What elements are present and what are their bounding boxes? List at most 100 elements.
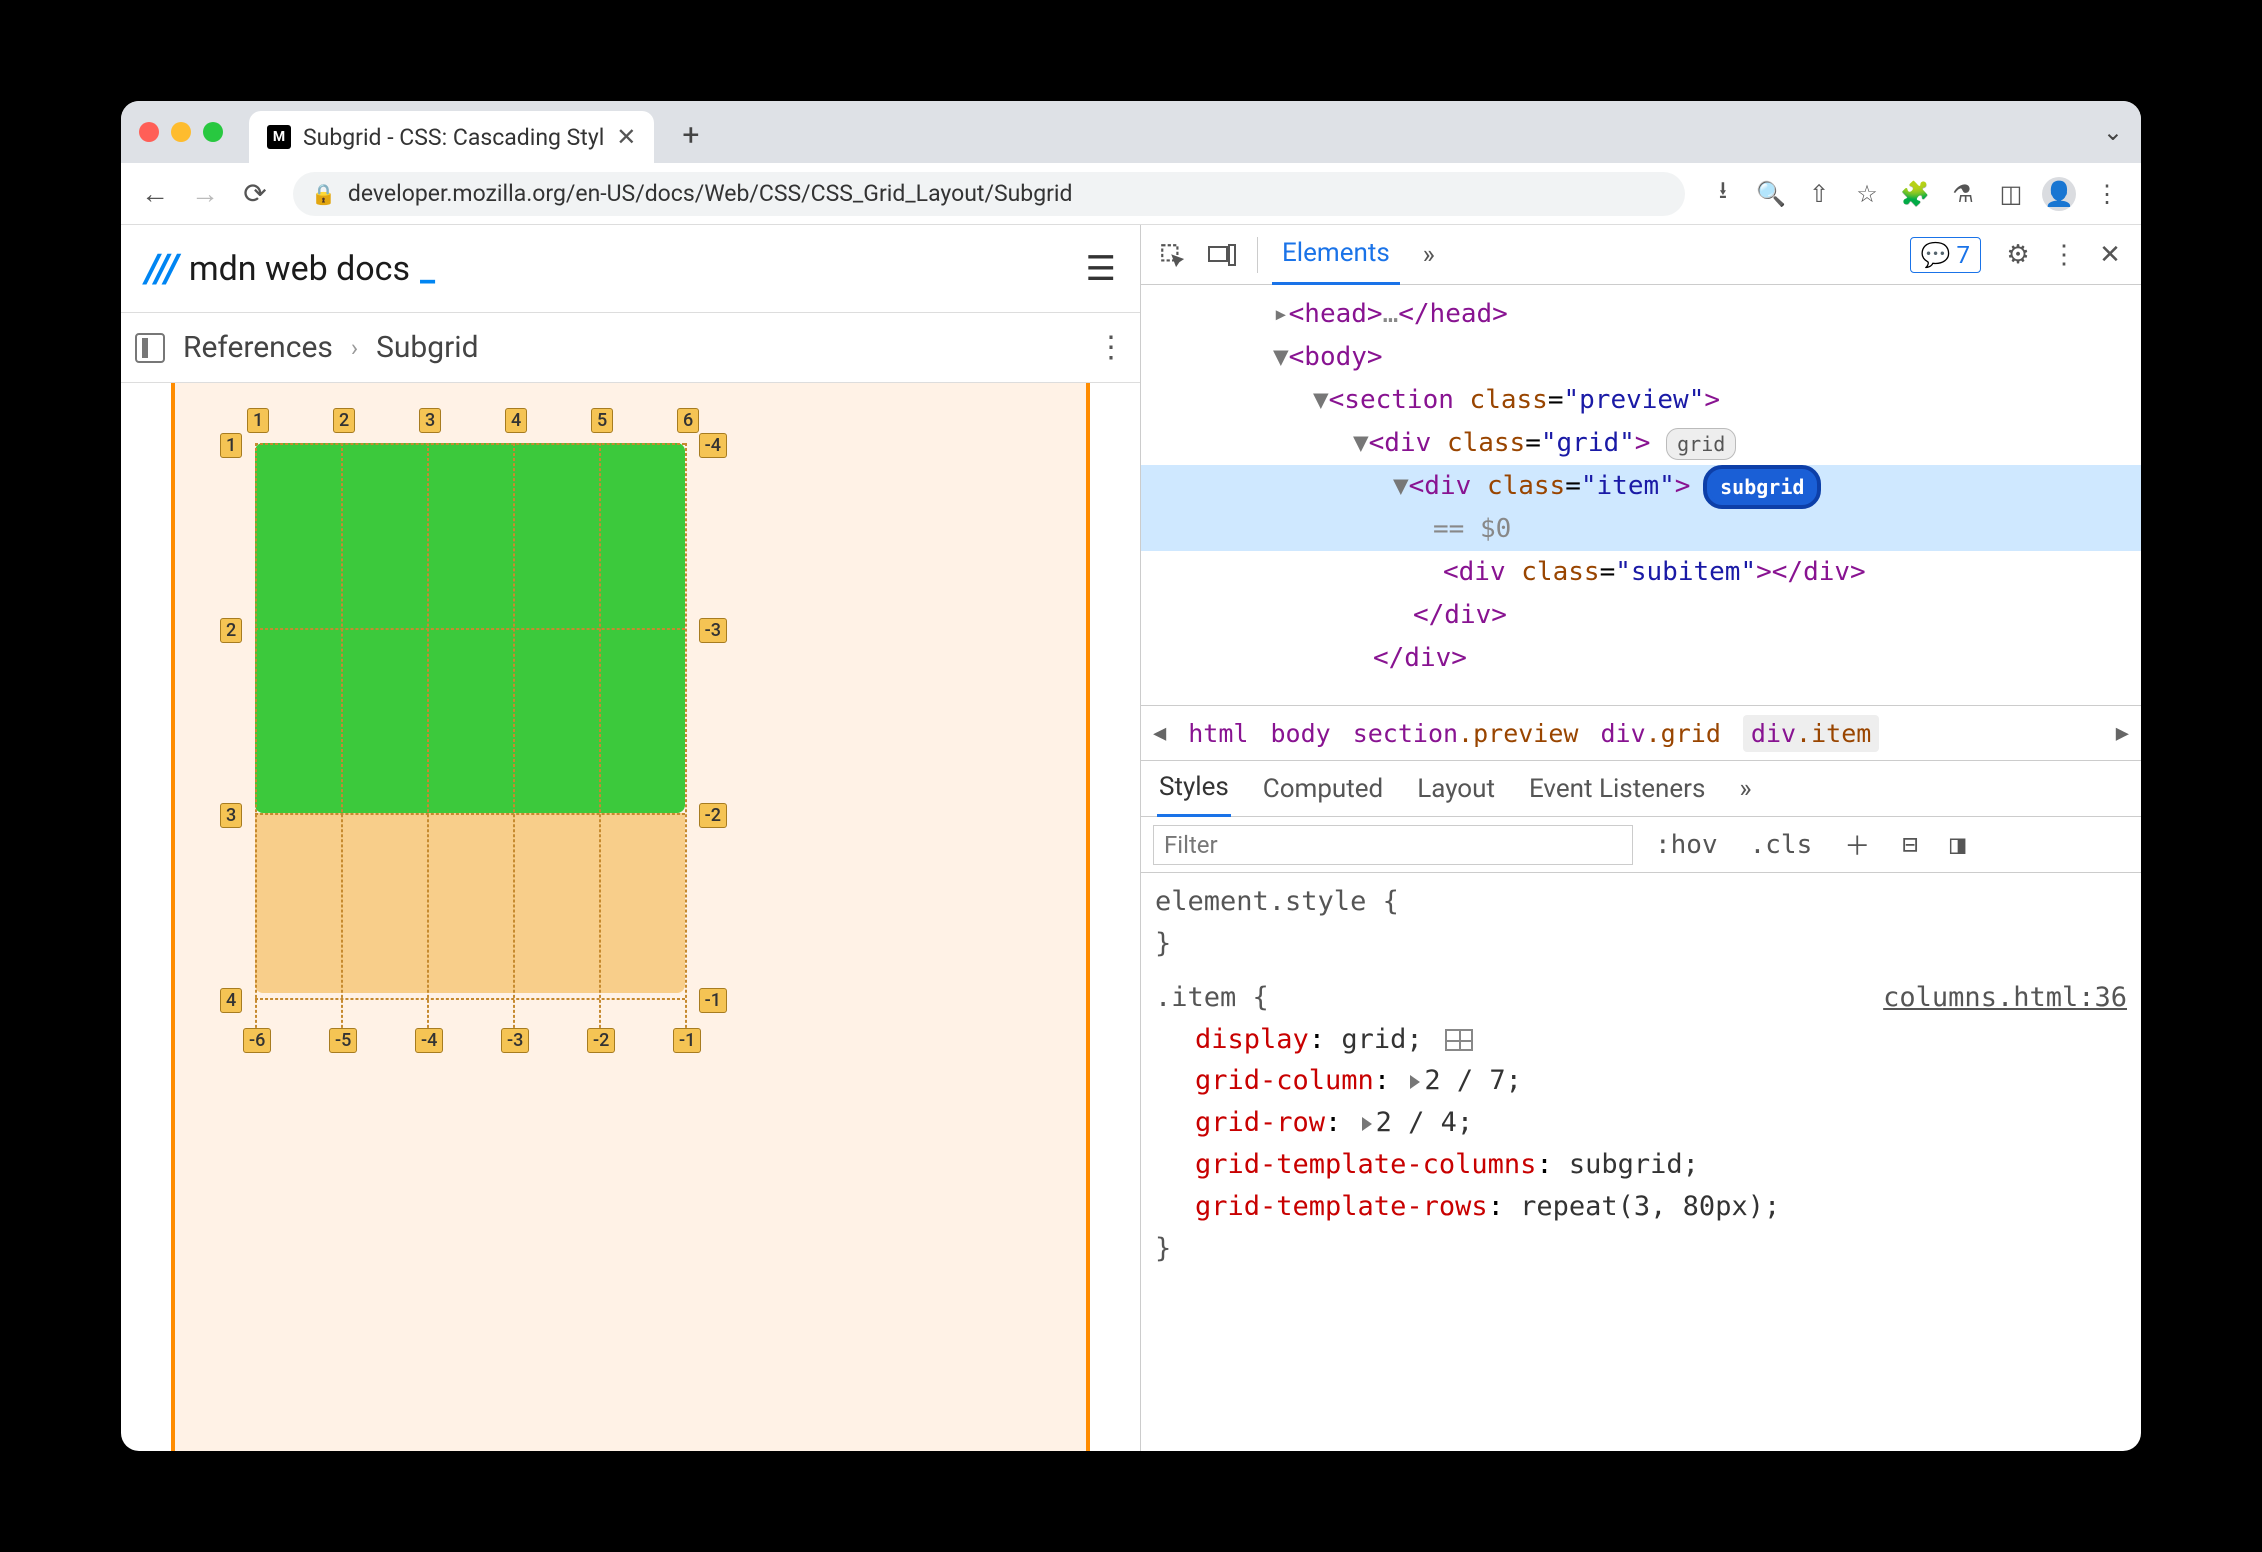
menu-icon[interactable]: ☰: [1086, 249, 1116, 289]
grid-label: 4: [505, 408, 527, 433]
browser-window: M Subgrid - CSS: Cascading Styl ✕ + ⌄ ← …: [121, 101, 2141, 1451]
forward-button[interactable]: →: [183, 172, 227, 216]
css-val[interactable]: 2 / 7;: [1424, 1065, 1522, 1096]
css-val[interactable]: repeat(3, 80px);: [1520, 1191, 1780, 1222]
devtools-tabs-overflow-icon[interactable]: »: [1408, 234, 1450, 276]
rule-close: }: [1155, 928, 1171, 959]
css-prop[interactable]: display: [1195, 1024, 1309, 1055]
hov-toggle[interactable]: :hov: [1645, 830, 1728, 860]
device-toolbar-icon[interactable]: [1201, 234, 1243, 276]
css-val[interactable]: subgrid;: [1569, 1149, 1699, 1180]
breadcrumb-left-icon[interactable]: ◀: [1153, 721, 1166, 746]
new-style-rule-icon[interactable]: ＋: [1834, 826, 1880, 863]
back-button[interactable]: ←: [133, 172, 177, 216]
breadcrumb-current: Subgrid: [376, 330, 478, 365]
profile-avatar[interactable]: 👤: [2037, 172, 2081, 216]
grid-label: 6: [677, 408, 699, 433]
breadcrumb-right-icon[interactable]: ▶: [2116, 721, 2129, 746]
rendering-pane-icon[interactable]: ◨: [1940, 830, 1976, 860]
grid-badge[interactable]: grid: [1666, 428, 1736, 460]
breadcrumb-root[interactable]: References: [183, 330, 333, 365]
grid-label: 3: [419, 408, 441, 433]
dom-node: </div>: [1141, 637, 2141, 680]
crumb[interactable]: html: [1188, 719, 1248, 748]
reload-button[interactable]: ⟳: [233, 172, 277, 216]
inspect-element-icon[interactable]: [1151, 234, 1193, 276]
dom-node: </div>: [1141, 594, 2141, 637]
share-icon[interactable]: ⇧: [1797, 172, 1841, 216]
grid-label: -5: [329, 1028, 357, 1053]
sidebar-toggle-icon[interactable]: [135, 333, 165, 363]
sidepanel-icon[interactable]: ◫: [1989, 172, 2033, 216]
css-prop[interactable]: grid-column: [1195, 1065, 1374, 1096]
subgrid-badge[interactable]: subgrid: [1706, 468, 1818, 506]
grid-label: -3: [501, 1028, 529, 1053]
favicon-icon: M: [267, 125, 291, 149]
close-window-button[interactable]: [139, 122, 159, 142]
extensions-icon[interactable]: 🧩: [1893, 172, 1937, 216]
grid-label: 4: [220, 988, 242, 1013]
dom-node: ▼<body>: [1141, 336, 2141, 379]
styles-tab-computed[interactable]: Computed: [1261, 762, 1385, 816]
close-tab-icon[interactable]: ✕: [616, 123, 636, 151]
bookmark-icon[interactable]: ☆: [1845, 172, 1889, 216]
styles-rules[interactable]: element.style { } .item { columns.html:3…: [1141, 873, 2141, 1451]
css-prop[interactable]: grid-template-columns: [1195, 1149, 1536, 1180]
devtools-menu-icon[interactable]: ⋮: [2043, 234, 2085, 276]
breadcrumb-more-icon[interactable]: ⋮: [1096, 330, 1126, 365]
crumb-selected[interactable]: div.item: [1743, 715, 1879, 752]
styles-tab-layout[interactable]: Layout: [1415, 762, 1497, 816]
labs-icon[interactable]: ⚗: [1941, 172, 1985, 216]
crumb[interactable]: div.grid: [1600, 719, 1720, 748]
styles-filter-input[interactable]: Filter: [1153, 825, 1633, 865]
devtools-tabbar: Elements » 💬 7 ⚙ ⋮ ✕: [1141, 225, 2141, 285]
gear-icon[interactable]: ⚙: [1997, 234, 2039, 276]
grid-label: -2: [699, 803, 727, 828]
cls-toggle[interactable]: .cls: [1740, 830, 1823, 860]
crumb[interactable]: body: [1270, 719, 1330, 748]
maximize-window-button[interactable]: [203, 122, 223, 142]
demo-container: 1 2 3 4 5 6 1 2 3 4 -4 -3 -2: [171, 383, 1090, 1451]
devtools-tab-elements[interactable]: Elements: [1272, 225, 1400, 285]
css-prop[interactable]: grid-row: [1195, 1107, 1325, 1138]
issues-badge[interactable]: 💬 7: [1910, 237, 1981, 273]
rule-source-link[interactable]: columns.html:36: [1883, 977, 2127, 1019]
browser-tab[interactable]: M Subgrid - CSS: Cascading Styl ✕: [249, 111, 654, 163]
traffic-lights: [139, 122, 223, 142]
close-devtools-icon[interactable]: ✕: [2089, 234, 2131, 276]
crumb[interactable]: section.preview: [1353, 719, 1579, 748]
css-val[interactable]: 2 / 4;: [1376, 1107, 1474, 1138]
breadcrumb-bar: References › Subgrid ⋮: [121, 313, 1140, 383]
grid-glyph-icon[interactable]: [1445, 1029, 1473, 1051]
issues-icon: 💬: [1921, 241, 1951, 269]
grid-label: -3: [699, 618, 727, 643]
grid-label: 3: [220, 803, 242, 828]
styles-tabs-overflow-icon[interactable]: »: [1737, 762, 1753, 816]
styles-tab-eventlisteners[interactable]: Event Listeners: [1527, 762, 1707, 816]
dom-node: ▼<section class="preview">: [1141, 379, 2141, 422]
split-view: /// mdn web docs _ ☰ References › Subgri…: [121, 225, 2141, 1451]
install-icon[interactable]: ⭳: [1701, 172, 1745, 216]
new-tab-button[interactable]: +: [682, 118, 699, 153]
tab-list-dropdown-icon[interactable]: ⌄: [2103, 118, 2123, 146]
dom-node: ▸<head>…</head>: [1141, 293, 2141, 336]
expand-icon[interactable]: [1362, 1117, 1372, 1131]
chrome-menu-icon[interactable]: ⋮: [2085, 172, 2129, 216]
computed-sidebar-icon[interactable]: ⊟: [1892, 830, 1928, 860]
styles-tab-styles[interactable]: Styles: [1157, 760, 1231, 817]
grid-label: 2: [333, 408, 355, 433]
rule-selector: .item {: [1155, 982, 1269, 1013]
mdn-logo[interactable]: /// mdn web docs _: [145, 245, 435, 292]
grid-label: -6: [243, 1028, 271, 1053]
grid-overlay: 1 2 3 4 5 6 1 2 3 4 -4 -3 -2: [255, 443, 685, 1023]
lock-icon: 🔒: [311, 182, 336, 206]
address-bar[interactable]: 🔒 developer.mozilla.org/en-US/docs/Web/C…: [293, 172, 1685, 216]
mdn-brand-text: mdn web docs: [189, 249, 410, 289]
css-prop[interactable]: grid-template-rows: [1195, 1191, 1488, 1222]
dom-tree[interactable]: ▸<head>…</head> ▼<body> ▼<section class=…: [1141, 285, 2141, 705]
zoom-icon[interactable]: 🔍: [1749, 172, 1793, 216]
minimize-window-button[interactable]: [171, 122, 191, 142]
expand-icon[interactable]: [1410, 1075, 1420, 1089]
css-val[interactable]: grid;: [1341, 1024, 1422, 1055]
mdn-header: /// mdn web docs _ ☰: [121, 225, 1140, 313]
